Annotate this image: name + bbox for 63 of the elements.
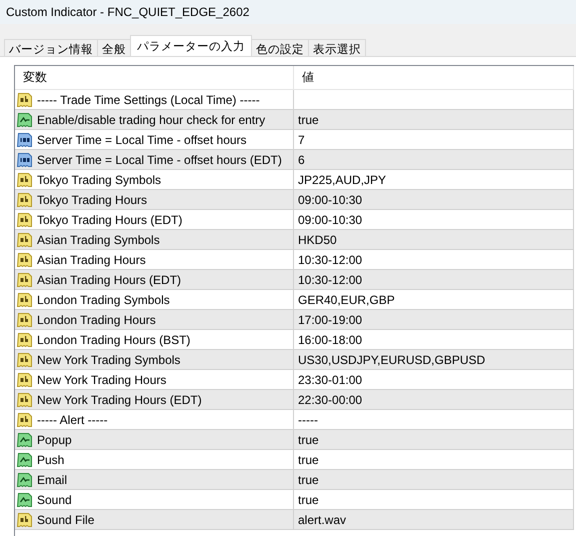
text-type-icon (17, 272, 33, 288)
text-type-icon (17, 192, 33, 208)
text-type-icon (17, 312, 33, 328)
text-type-icon (17, 512, 33, 528)
text-type-icon (17, 392, 33, 408)
text-type-icon (17, 92, 33, 108)
value-cell[interactable]: 17:00-19:00 (294, 310, 574, 330)
parameter-name: Tokyo Trading Symbols (37, 172, 162, 186)
text-type-icon (17, 372, 33, 388)
parameter-name: Tokyo Trading Hours (EDT) (37, 212, 182, 226)
text-type-icon (17, 252, 33, 268)
parameter-name: Popup (37, 432, 72, 446)
tab[interactable]: バージョン情報 (4, 39, 98, 56)
number-type-icon (17, 132, 33, 148)
parameter-name: Sound (37, 492, 72, 506)
value-cell[interactable]: true (294, 470, 574, 490)
parameter-name: Tokyo Trading Hours (37, 192, 148, 206)
parameter-name: Push (37, 452, 64, 466)
tab[interactable]: パラメーターの入力 (130, 35, 252, 56)
number-type-icon (17, 152, 33, 168)
chart-type-icon (17, 472, 33, 488)
value-cell[interactable]: US30,USDJPY,EURUSD,GBPUSD (294, 350, 574, 370)
parameter-name: Server Time = Local Time - offset hours (EDT) (37, 152, 282, 166)
chart-type-icon (17, 492, 33, 508)
chart-type-icon (17, 452, 33, 468)
text-type-icon (17, 412, 33, 428)
text-type-icon (17, 212, 33, 228)
parameter-name: Asian Trading Hours (EDT) (37, 272, 182, 286)
window-title: Custom Indicator - FNC_QUIET_EDGE_2602 (0, 0, 576, 24)
column-header: 変数 (15, 66, 294, 90)
text-type-icon (17, 172, 33, 188)
tab[interactable]: 全般 (97, 39, 131, 56)
text-type-icon (17, 232, 33, 248)
parameter-name: Server Time = Local Time - offset hours (37, 132, 247, 146)
value-cell[interactable]: 09:00-10:30 (294, 190, 574, 210)
parameter-name: Sound File (37, 512, 94, 526)
parameter-name: New York Trading Hours (EDT) (37, 392, 202, 406)
tab[interactable]: 色の設定 (251, 39, 309, 56)
value-cell[interactable]: true (294, 430, 574, 450)
parameter-name: ----- Alert ----- (37, 412, 108, 426)
parameter-name: Asian Trading Symbols (37, 232, 160, 246)
value-cell[interactable]: 10:30-12:00 (294, 270, 574, 290)
parameter-name: London Trading Hours (BST) (37, 332, 190, 346)
value-cell[interactable]: true (294, 110, 574, 130)
parameter-name: London Trading Hours (37, 312, 156, 326)
parameter-name: Asian Trading Hours (37, 252, 146, 266)
column-header: 値 (294, 66, 574, 90)
chart-type-icon (17, 432, 33, 448)
parameter-name: Email (37, 472, 68, 486)
parameter-name: ----- Trade Time Settings (Local Time) ----- (37, 92, 260, 106)
text-type-icon (17, 352, 33, 368)
value-cell[interactable]: 6 (294, 150, 574, 170)
value-cell[interactable]: 22:30-00:00 (294, 390, 574, 410)
tab[interactable]: 表示選択 (308, 39, 366, 56)
value-cell[interactable]: alert.wav (294, 510, 574, 530)
text-type-icon (17, 332, 33, 348)
parameter-name: London Trading Symbols (37, 292, 170, 306)
parameter-name: New York Trading Symbols (37, 352, 180, 366)
chart-type-icon (17, 112, 33, 128)
parameter-name: New York Trading Hours (37, 372, 166, 386)
value-cell[interactable]: HKD50 (294, 230, 574, 250)
text-type-icon (17, 292, 33, 308)
parameter-name: Enable/disable trading hour check for entry (37, 112, 266, 126)
